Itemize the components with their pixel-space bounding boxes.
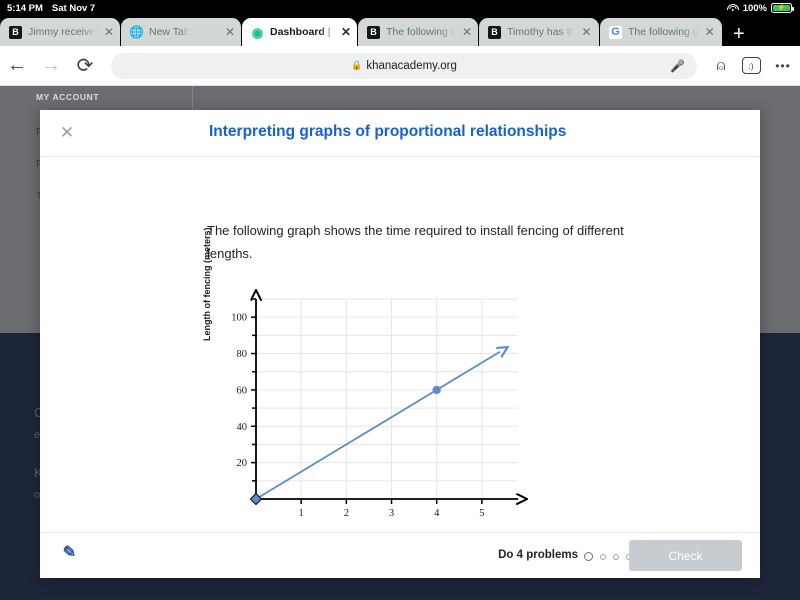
modal-footer: ✎ Do 4 problems Check bbox=[40, 532, 760, 578]
google-favicon-icon: G bbox=[609, 25, 622, 39]
svg-text:40: 40 bbox=[237, 422, 248, 433]
ios-status-bar: 5:14 PM Sat Nov 7 100% ⚡ bbox=[0, 0, 800, 16]
reload-button[interactable]: ⟳ bbox=[68, 49, 102, 83]
url-text: khanacademy.org bbox=[366, 59, 457, 72]
browser-tab-title: Timothy has th bbox=[507, 26, 576, 38]
modal-header: ✕ Interpreting graphs of proportional re… bbox=[40, 110, 760, 157]
status-bar-right: 100% ⚡ bbox=[726, 2, 794, 14]
chart-svg: 20 40 60 80 100 1 2 3 4 5 bbox=[231, 289, 528, 519]
smiley-icon: :) bbox=[741, 57, 761, 74]
browser-tab-title: The following g bbox=[628, 26, 699, 38]
tab-close-icon[interactable]: ✕ bbox=[462, 26, 472, 38]
battery-percent-label: 100% bbox=[742, 2, 767, 14]
check-button[interactable]: Check bbox=[629, 540, 742, 571]
svg-text:4: 4 bbox=[434, 508, 440, 519]
share-button[interactable]: ⍝ bbox=[706, 51, 736, 81]
browser-tab-title: New Tab bbox=[149, 26, 190, 38]
address-bar-url: 🔒 khanacademy.org bbox=[351, 60, 457, 72]
modal-title: Interpreting graphs of proportional rela… bbox=[209, 123, 567, 140]
back-button[interactable]: ← bbox=[0, 49, 34, 83]
smiley-button[interactable]: :) bbox=[736, 51, 766, 81]
browser-tab-6[interactable]: G The following g ✕ bbox=[600, 18, 722, 46]
exercise-modal: ✕ Interpreting graphs of proportional re… bbox=[40, 110, 760, 578]
proportional-relationship-chart: Length of fencing (meters) Time (hours) … bbox=[202, 227, 528, 544]
status-bar-time: 5:14 PM bbox=[7, 2, 43, 14]
screen: 5:14 PM Sat Nov 7 100% ⚡ B Jimmy receive… bbox=[0, 0, 800, 600]
tab-close-icon[interactable]: ✕ bbox=[581, 26, 591, 38]
battery-charging-icon: ⚡ bbox=[771, 3, 794, 13]
svg-text:80: 80 bbox=[237, 349, 248, 360]
forward-button[interactable]: → bbox=[34, 49, 68, 83]
my-account-heading: MY ACCOUNT bbox=[36, 92, 100, 102]
problem-dot bbox=[600, 553, 606, 560]
sketchpad-pencil-icon[interactable]: ✎ bbox=[59, 542, 77, 565]
browser-toolbar: ← → ⟳ 🔒 khanacademy.org 🎤 ⍝ :) ••• bbox=[0, 46, 800, 86]
new-tab-button[interactable]: + bbox=[723, 24, 755, 46]
svg-text:100: 100 bbox=[231, 313, 247, 324]
chart-y-axis-label: Length of fencing (meters) bbox=[202, 227, 212, 341]
svg-text:2: 2 bbox=[344, 508, 349, 519]
svg-text:60: 60 bbox=[237, 385, 248, 396]
browser-tab-5[interactable]: B Timothy has th ✕ bbox=[479, 18, 599, 46]
modal-body: The following graph shows the time requi… bbox=[40, 157, 760, 543]
address-bar[interactable]: 🔒 khanacademy.org 🎤 bbox=[111, 52, 697, 79]
browser-tab-strip: B Jimmy receives ✕ 🌐 New Tab ✕ ◉ Dashboa… bbox=[0, 16, 800, 46]
lock-icon: 🔒 bbox=[351, 60, 363, 70]
brainly-favicon-icon: B bbox=[488, 25, 501, 39]
browser-tab-1[interactable]: B Jimmy receives ✕ bbox=[0, 18, 120, 46]
tab-close-icon[interactable]: ✕ bbox=[225, 26, 235, 38]
tab-close-icon[interactable]: ✕ bbox=[104, 26, 114, 38]
problem-progress-dots bbox=[584, 552, 632, 561]
tab-close-icon[interactable]: ✕ bbox=[341, 26, 351, 38]
wifi-icon bbox=[726, 3, 739, 13]
question-prompt: The following graph shows the time requi… bbox=[207, 223, 624, 261]
browser-tab-title: Dashboard | Kh bbox=[270, 26, 335, 38]
globe-favicon-icon: 🌐 bbox=[129, 25, 144, 39]
svg-text:5: 5 bbox=[479, 508, 484, 519]
problem-dot bbox=[584, 552, 593, 561]
svg-text:20: 20 bbox=[237, 458, 248, 469]
browser-tab-title: The following g bbox=[386, 26, 456, 38]
status-bar-left: 5:14 PM Sat Nov 7 bbox=[0, 3, 95, 14]
khanacademy-favicon-icon: ◉ bbox=[251, 24, 264, 40]
svg-text:1: 1 bbox=[299, 508, 304, 519]
browser-tab-4[interactable]: B The following g ✕ bbox=[358, 18, 478, 46]
close-icon[interactable]: ✕ bbox=[57, 123, 77, 143]
svg-text:3: 3 bbox=[389, 508, 394, 519]
more-options-button[interactable]: ••• bbox=[766, 51, 800, 81]
microphone-icon[interactable]: 🎤 bbox=[670, 59, 685, 73]
tab-close-icon[interactable]: ✕ bbox=[705, 26, 715, 38]
brainly-favicon-icon: B bbox=[367, 25, 380, 39]
browser-tab-3-active[interactable]: ◉ Dashboard | Kh ✕ bbox=[242, 18, 357, 46]
browser-tab-title: Jimmy receives bbox=[28, 26, 98, 38]
brainly-favicon-icon: B bbox=[9, 25, 22, 39]
problem-dot bbox=[613, 553, 619, 560]
do-problems-label: Do 4 problems bbox=[498, 549, 578, 561]
status-bar-date: Sat Nov 7 bbox=[51, 2, 96, 14]
browser-tab-2[interactable]: 🌐 New Tab ✕ bbox=[121, 18, 241, 46]
